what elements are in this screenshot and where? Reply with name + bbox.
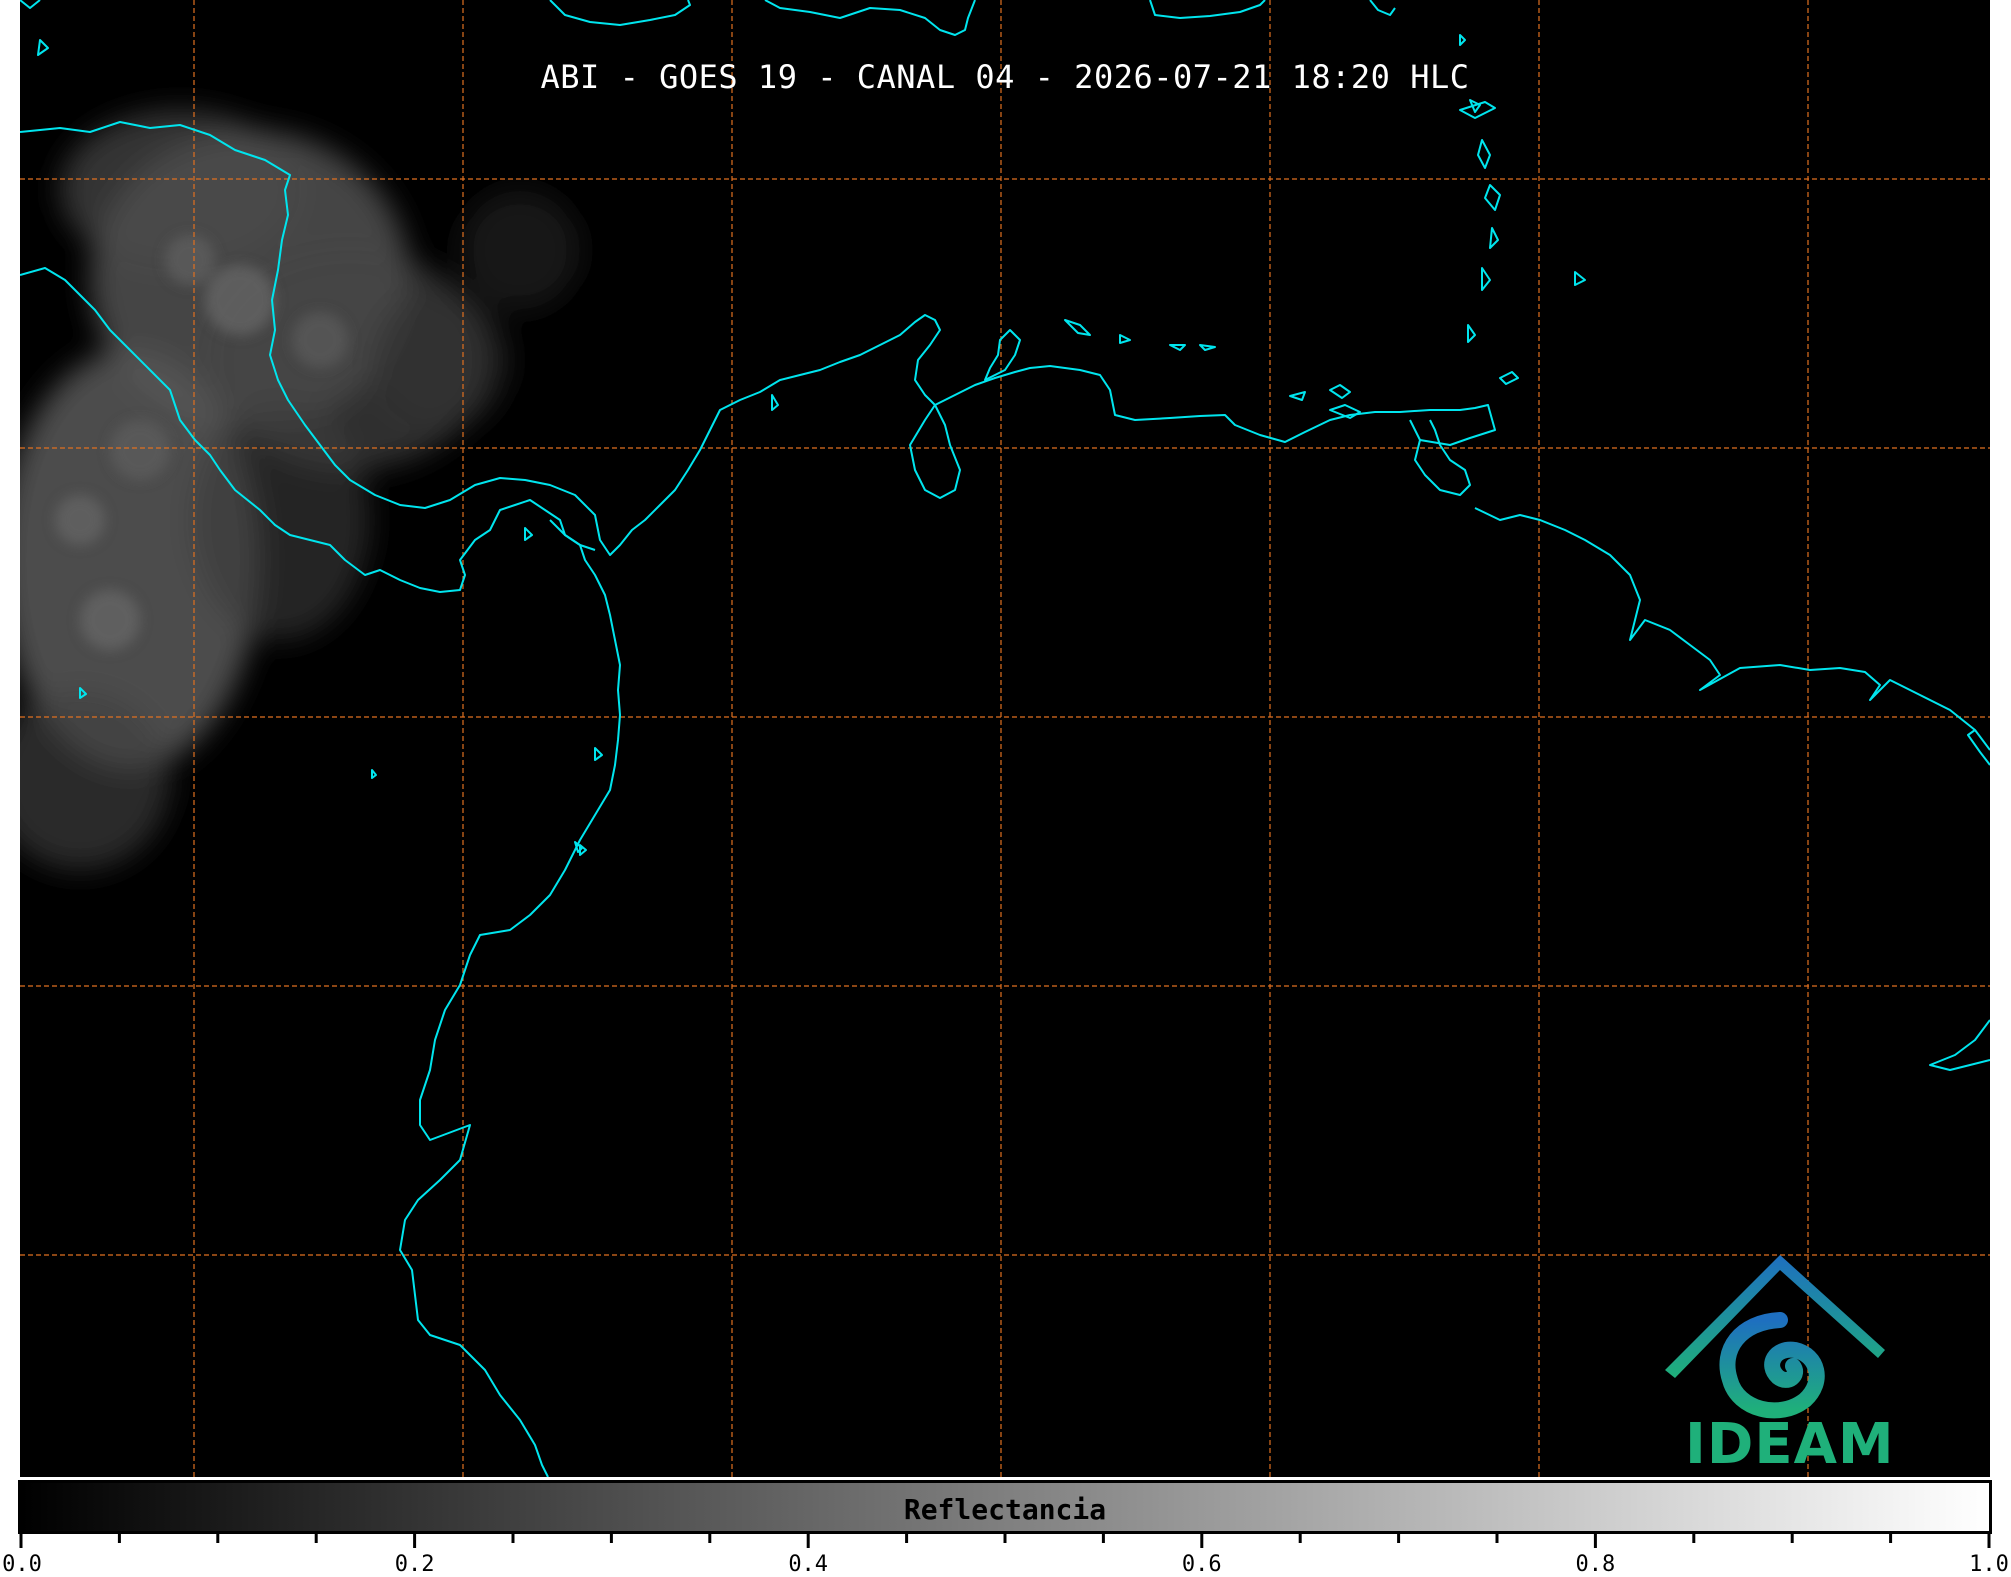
colorbar-ticks xyxy=(19,1534,1991,1548)
colorbar-tick-label: 0.6 xyxy=(1181,1552,1222,1577)
colorbar-tick-label: 0.4 xyxy=(788,1552,829,1577)
colorbar-label: Reflectancia xyxy=(903,1493,1107,1526)
colorbar-tick-label: 0.0 xyxy=(2,1552,42,1577)
colorbar-tick-label: 0.8 xyxy=(1575,1552,1616,1577)
satellite-map: ABI - GOES 19 - CANAL 04 - 2026-07-21 18… xyxy=(20,0,1990,1477)
colorbar: Reflectancia xyxy=(18,1480,1992,1534)
cloud-layer xyxy=(20,110,580,870)
logo-text: IDEAM xyxy=(1685,1412,1895,1477)
map-title: ABI - GOES 19 - CANAL 04 - 2026-07-21 18… xyxy=(540,58,1470,96)
colorbar-tick-label: 0.2 xyxy=(394,1552,435,1577)
colorbar-tick-label: 1.0 xyxy=(1969,1552,2009,1577)
